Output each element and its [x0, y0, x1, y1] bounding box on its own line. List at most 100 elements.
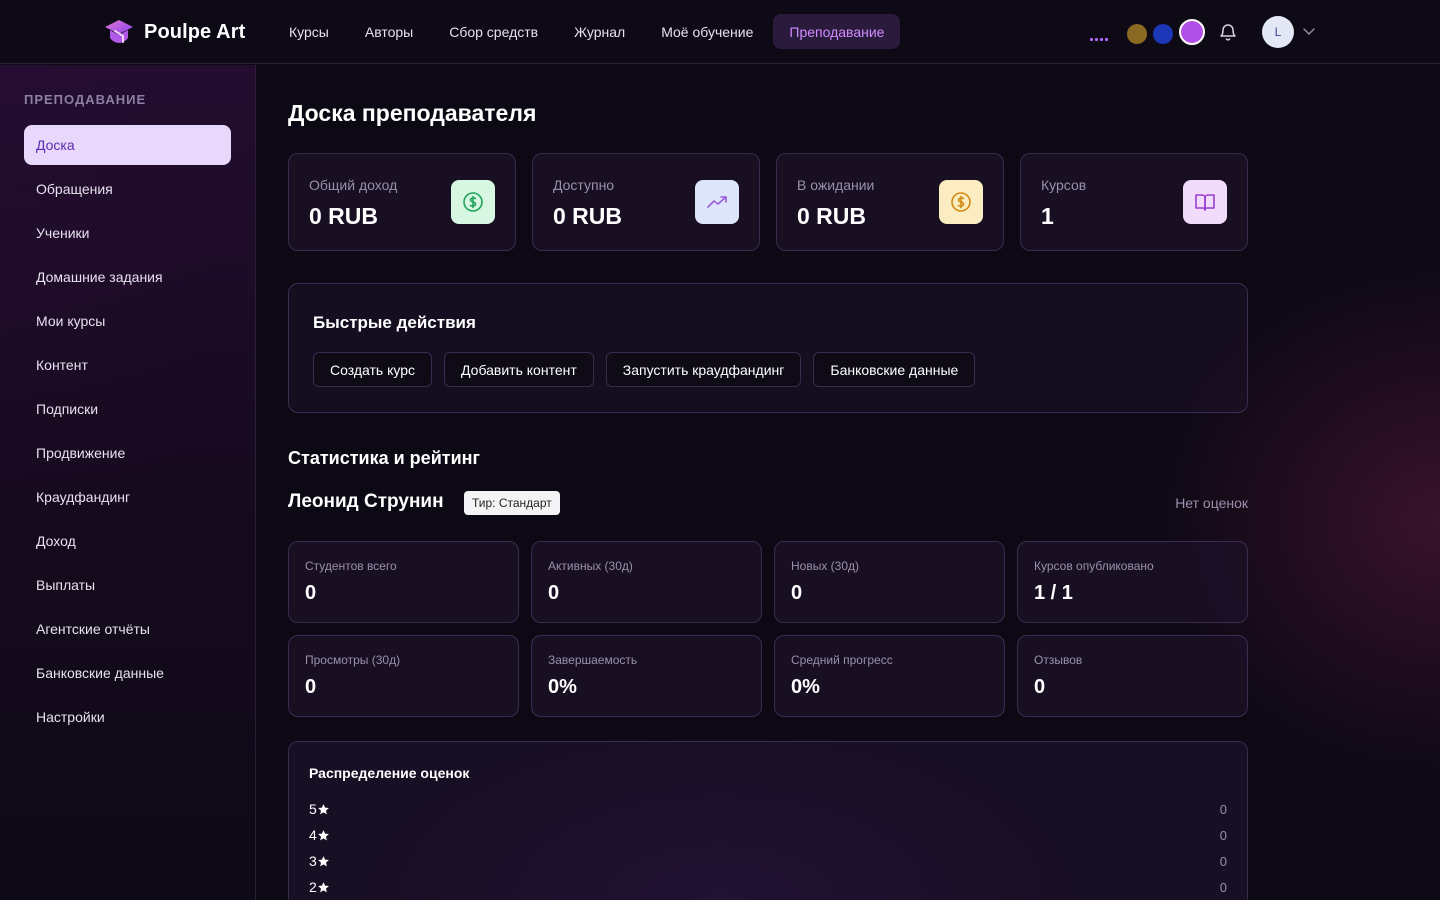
metric-card: Завершаемость 0%: [531, 635, 762, 717]
nav-item-my-learning[interactable]: Моё обучение: [645, 14, 769, 49]
sidebar: ПРЕПОДАВАНИЕ Доска Обращения Ученики Дом…: [0, 65, 256, 900]
metric-label: Студентов всего: [305, 559, 397, 573]
rating-count: 0: [1219, 827, 1227, 843]
sidebar-item-agency-reports[interactable]: Агентские отчёты: [24, 609, 231, 649]
stat-card-total-income: Общий доход 0 RUB: [288, 153, 516, 251]
more-dots-icon[interactable]: [1090, 38, 1108, 41]
graduation-cap-icon: [105, 20, 133, 43]
stat-label: Общий доход: [309, 177, 398, 193]
avatar[interactable]: L: [1262, 16, 1294, 48]
nav-item-authors[interactable]: Авторы: [349, 14, 429, 49]
rating-count: 0: [1219, 801, 1227, 817]
rating-stars-value: 2: [309, 879, 317, 895]
create-course-button[interactable]: Создать курс: [313, 352, 433, 387]
rating-stars-value: 3: [309, 853, 317, 869]
quick-actions-buttons: Создать курс Добавить контент Запустить …: [313, 352, 976, 387]
add-content-button[interactable]: Добавить контент: [444, 352, 594, 387]
sidebar-item-settings[interactable]: Настройки: [24, 697, 231, 737]
star-icon: [317, 829, 329, 840]
main-nav: Курсы Авторы Сбор средств Журнал Моё обу…: [273, 14, 901, 49]
sidebar-item-content[interactable]: Контент: [24, 345, 231, 385]
metric-value: 0: [791, 582, 803, 604]
metric-label: Завершаемость: [548, 653, 638, 667]
rating-stars-value: 5: [309, 801, 317, 817]
sidebar-item-students[interactable]: Ученики: [24, 213, 231, 253]
rating-count: 0: [1219, 853, 1227, 869]
nav-item-teaching[interactable]: Преподавание: [773, 14, 901, 49]
sidebar-item-promotion[interactable]: Продвижение: [24, 433, 231, 473]
metric-card: Отзывов 0: [1017, 635, 1248, 717]
teacher-name: Леонид Струнин: [288, 491, 444, 512]
metric-label: Активных (30д): [548, 559, 633, 573]
quick-actions-title: Быстрые действия: [313, 313, 476, 332]
stat-label: Доступно: [553, 177, 615, 193]
stat-label: Курсов: [1041, 177, 1087, 193]
metric-card: Активных (30д) 0: [531, 541, 762, 623]
metric-label: Курсов опубликовано: [1034, 559, 1154, 573]
sidebar-list: Доска Обращения Ученики Домашние задания…: [24, 125, 231, 741]
metric-card: Просмотры (30д) 0: [288, 635, 519, 717]
sidebar-item-bank-details[interactable]: Банковские данные: [24, 653, 231, 693]
star-icon: [317, 803, 329, 814]
metric-value: 1 / 1: [1034, 582, 1073, 604]
dollar-icon: [451, 180, 495, 224]
nav-item-courses[interactable]: Курсы: [273, 14, 345, 49]
sidebar-item-payouts[interactable]: Выплаты: [24, 565, 231, 605]
stat-card-available: Доступно 0 RUB: [532, 153, 760, 251]
theme-swatches: [1127, 19, 1205, 45]
star-icon: [317, 855, 329, 866]
no-ratings-text: Нет оценок: [1175, 495, 1248, 511]
metrics-grid: Студентов всего 0 Активных (30д) 0 Новых…: [288, 541, 1248, 717]
sidebar-title: ПРЕПОДАВАНИЕ: [24, 92, 147, 107]
theme-swatch-blue[interactable]: [1153, 23, 1173, 44]
page-title: Доска преподавателя: [288, 100, 537, 126]
stat-cards: Общий доход 0 RUB Доступно 0 RUB В ожида…: [288, 153, 1248, 251]
nav-item-journal[interactable]: Журнал: [558, 14, 641, 49]
stat-card-pending: В ожидании 0 RUB: [776, 153, 1004, 251]
metric-label: Средний прогресс: [791, 653, 893, 667]
quick-actions-panel: Быстрые действия Создать курс Добавить к…: [288, 283, 1248, 413]
launch-crowdfunding-button[interactable]: Запустить краудфандинг: [605, 352, 802, 387]
stat-label: В ожидании: [797, 177, 875, 193]
stat-value: 0 RUB: [553, 203, 623, 229]
theme-swatch-gold[interactable]: [1127, 23, 1147, 44]
sidebar-item-crowdfunding[interactable]: Краудфандинг: [24, 477, 231, 517]
sidebar-item-income[interactable]: Доход: [24, 521, 231, 561]
chevron-down-icon[interactable]: [1302, 24, 1316, 38]
rating-distribution-panel: Распределение оценок 5 0 4 0 3 0 2 0: [288, 741, 1248, 900]
theme-swatch-purple[interactable]: [1179, 19, 1205, 45]
book-icon: [1183, 180, 1227, 224]
metric-value: 0: [305, 582, 317, 604]
metric-card: Курсов опубликовано 1 / 1: [1017, 541, 1248, 623]
star-icon: [317, 881, 329, 892]
stat-value: 0 RUB: [797, 203, 867, 229]
metric-value: 0: [548, 582, 560, 604]
stat-value: 1: [1041, 203, 1054, 229]
rating-stars-value: 4: [309, 827, 317, 843]
stat-value: 0 RUB: [309, 203, 379, 229]
rating-distribution-title: Распределение оценок: [309, 765, 470, 781]
nav-item-fundraising[interactable]: Сбор средств: [433, 14, 554, 49]
rating-row: 4 0: [309, 822, 1227, 848]
metric-card: Студентов всего 0: [288, 541, 519, 623]
rating-row: 5 0: [309, 796, 1227, 822]
metric-label: Просмотры (30д): [305, 653, 401, 667]
rating-row: 2 0: [309, 874, 1227, 900]
rating-distribution-rows: 5 0 4 0 3 0 2 0: [309, 796, 1227, 900]
top-bar: Poulpe Art Курсы Авторы Сбор средств Жур…: [0, 0, 1440, 64]
sidebar-item-requests[interactable]: Обращения: [24, 169, 231, 209]
stat-card-courses: Курсов 1: [1020, 153, 1248, 251]
sidebar-item-subscriptions[interactable]: Подписки: [24, 389, 231, 429]
metric-value: 0%: [548, 676, 577, 698]
metric-label: Отзывов: [1034, 653, 1083, 667]
sidebar-item-my-courses[interactable]: Мои курсы: [24, 301, 231, 341]
metric-card: Новых (30д) 0: [774, 541, 1005, 623]
metric-label: Новых (30д): [791, 559, 860, 573]
trending-up-icon: [695, 180, 739, 224]
bell-icon[interactable]: [1218, 22, 1238, 42]
logo[interactable]: Poulpe Art: [104, 16, 245, 48]
sidebar-item-dashboard[interactable]: Доска: [24, 125, 231, 165]
metric-value: 0: [1034, 676, 1046, 698]
bank-details-button[interactable]: Банковские данные: [813, 352, 976, 387]
sidebar-item-homework[interactable]: Домашние задания: [24, 257, 231, 297]
